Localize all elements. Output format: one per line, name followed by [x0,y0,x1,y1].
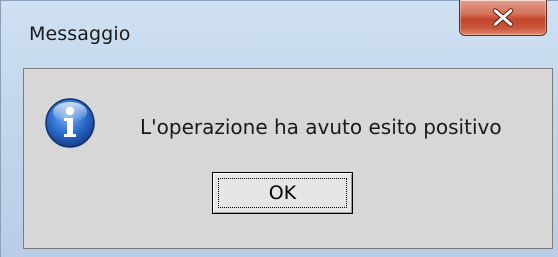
dialog-message: L'operazione ha avuto esito positivo [140,115,502,139]
ok-button-label: OK [268,182,297,204]
message-dialog-window: Messaggio L'operazione ha avuto esito po… [0,0,558,257]
dialog-content: L'operazione ha avuto esito positivo OK [23,68,553,249]
window-title: Messaggio [29,23,131,45]
close-button[interactable] [459,0,547,36]
ok-button[interactable]: OK [212,172,353,214]
close-icon [492,8,514,27]
info-icon [45,98,95,148]
title-bar[interactable]: Messaggio [1,0,558,61]
